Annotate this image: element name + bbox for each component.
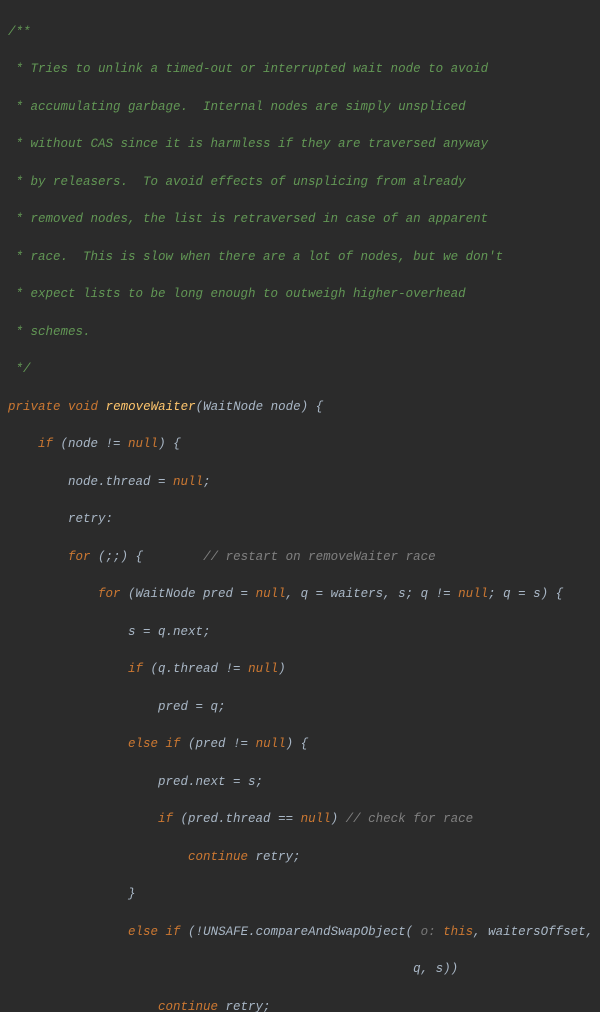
text: (pred != (181, 737, 256, 751)
comment-line: * expect lists to be long enough to outw… (8, 285, 600, 304)
keyword-for: for (68, 550, 91, 564)
method-signature: private void removeWaiter(WaitNode node)… (8, 398, 600, 417)
text: (node != (53, 437, 128, 451)
text: ) { (158, 437, 181, 451)
keyword-null: null (248, 662, 278, 676)
text: ) (278, 662, 286, 676)
param-name: node (271, 400, 301, 414)
param-type: WaitNode (203, 400, 271, 414)
javadoc: /** (8, 25, 31, 39)
text: (q.thread != (143, 662, 248, 676)
text: ) (331, 812, 346, 826)
keyword-if: if (128, 662, 143, 676)
keyword-null: null (256, 737, 286, 751)
text: retry: (68, 512, 113, 526)
code-line: if (q.thread != null) (8, 660, 600, 679)
comment-line: * schemes. (8, 323, 600, 342)
text: .compareAndSwapObject( (248, 925, 413, 939)
text: s = q.next; (128, 625, 211, 639)
text: retry; (218, 1000, 271, 1012)
javadoc: * race. This is slow when there are a lo… (8, 250, 503, 264)
code-line: pred = q; (8, 698, 600, 717)
code-line: q, s)) (8, 960, 600, 979)
text: (! (181, 925, 204, 939)
text: q, s)) (413, 962, 458, 976)
code-line: s = q.next; (8, 623, 600, 642)
comment-line: * race. This is slow when there are a lo… (8, 248, 600, 267)
keyword-null: null (458, 587, 488, 601)
keyword-continue: continue (158, 1000, 218, 1012)
comment-line: * accumulating garbage. Internal nodes a… (8, 98, 600, 117)
code-line: node.thread = null; (8, 473, 600, 492)
method-name: removeWaiter (106, 400, 196, 414)
keyword-else-if: else if (128, 737, 181, 751)
comment-line: * Tries to unlink a timed-out or interru… (8, 60, 600, 79)
keyword-private: private (8, 400, 61, 414)
keyword-continue: continue (188, 850, 248, 864)
javadoc: * accumulating garbage. Internal nodes a… (8, 100, 466, 114)
keyword-void: void (68, 400, 98, 414)
text: , (586, 925, 594, 939)
static-field-waiters-offset: waitersOffset (488, 925, 586, 939)
comment-line: /** (8, 23, 600, 42)
code-line: pred.next = s; (8, 773, 600, 792)
code-line: continue retry; (8, 848, 600, 867)
text: , (473, 925, 488, 939)
keyword-if: if (38, 437, 53, 451)
label-retry: retry: (8, 510, 600, 529)
keyword-null: null (256, 587, 286, 601)
text: ; q = s) { (488, 587, 563, 601)
inlay-hint: o: (413, 925, 443, 939)
text: (pred.thread == (173, 812, 301, 826)
code-line: else if (!UNSAFE.compareAndSwapObject( o… (8, 923, 600, 942)
keyword-null: null (301, 812, 331, 826)
static-field-unsafe: UNSAFE (203, 925, 248, 939)
javadoc: * removed nodes, the list is retraversed… (8, 212, 488, 226)
keyword-null: null (173, 475, 203, 489)
keyword-if: if (158, 812, 173, 826)
code-line: for (;;) { // restart on removeWaiter ra… (8, 548, 600, 567)
keyword-else-if: else if (128, 925, 181, 939)
comment-line: * by releasers. To avoid effects of unsp… (8, 173, 600, 192)
comment-line: * without CAS since it is harmless if th… (8, 135, 600, 154)
comment-line: */ (8, 360, 600, 379)
javadoc: * expect lists to be long enough to outw… (8, 287, 466, 301)
javadoc: * Tries to unlink a timed-out or interru… (8, 62, 488, 76)
text: ) { (286, 737, 309, 751)
text: ; (203, 475, 211, 489)
javadoc: * by releasers. To avoid effects of unsp… (8, 175, 466, 189)
keyword-this: this (443, 925, 473, 939)
text: node.thread = (68, 475, 173, 489)
text: } (128, 887, 136, 901)
keyword-null: null (128, 437, 158, 451)
code-line: if (pred.thread == null) // check for ra… (8, 810, 600, 829)
line-comment: // check for race (346, 812, 474, 826)
text: , q = waiters, s; q != (286, 587, 459, 601)
javadoc: */ (8, 362, 31, 376)
code-line: if (node != null) { (8, 435, 600, 454)
text: pred = q; (158, 700, 226, 714)
javadoc: * schemes. (8, 325, 91, 339)
comment-line: * removed nodes, the list is retraversed… (8, 210, 600, 229)
text: (;;) { (91, 550, 204, 564)
text: (WaitNode pred = (121, 587, 256, 601)
text: retry; (248, 850, 301, 864)
code-block: /** * Tries to unlink a timed-out or int… (0, 0, 600, 1012)
code-line: for (WaitNode pred = null, q = waiters, … (8, 585, 600, 604)
code-line: } (8, 885, 600, 904)
javadoc: * without CAS since it is harmless if th… (8, 137, 488, 151)
line-comment: // restart on removeWaiter race (203, 550, 436, 564)
keyword-for: for (98, 587, 121, 601)
text: pred.next = s; (158, 775, 263, 789)
code-line: continue retry; (8, 998, 600, 1012)
code-line: else if (pred != null) { (8, 735, 600, 754)
